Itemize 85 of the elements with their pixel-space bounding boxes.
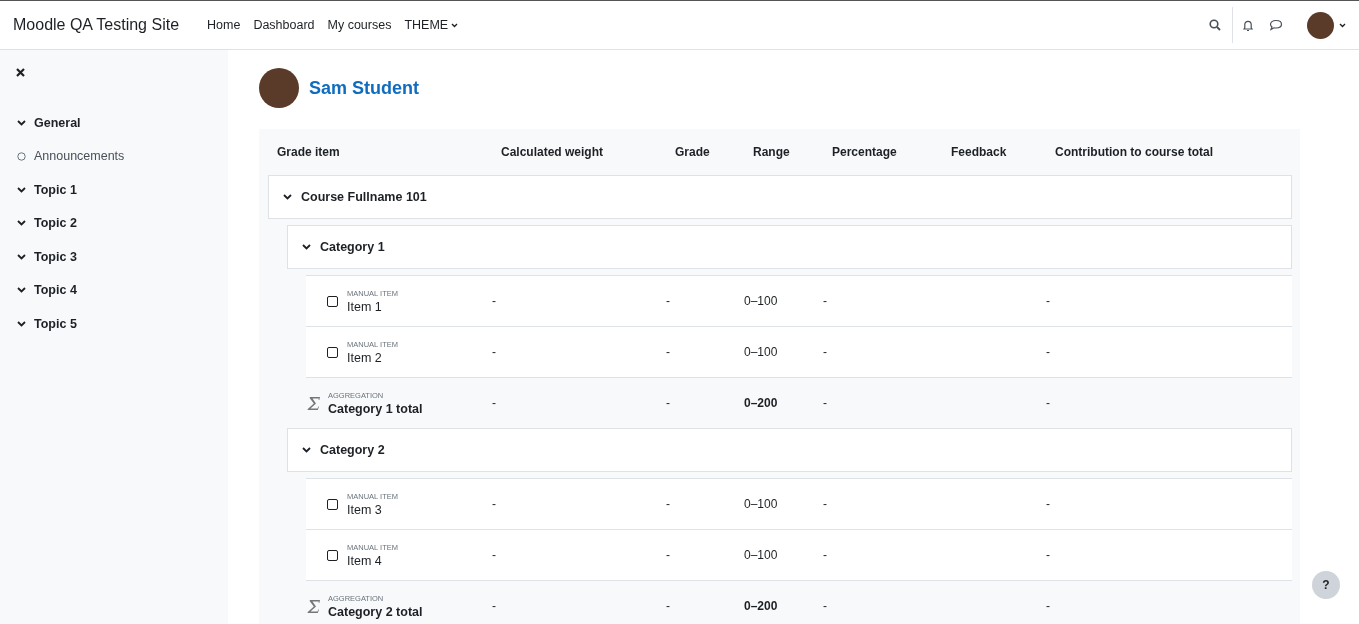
table-cell-text: 0–200 <box>744 396 779 410</box>
checkbox[interactable] <box>327 295 338 307</box>
item-name: Item 4 <box>347 553 383 568</box>
sigma-icon <box>307 598 321 614</box>
caret-icon[interactable] <box>1339 22 1346 28</box>
table-cell-text: - <box>823 345 828 359</box>
table-cell-text: - <box>492 497 497 511</box>
table-cell-text: - <box>666 599 671 613</box>
table-cell-text: - <box>823 396 828 410</box>
table-cell-text: - <box>492 599 497 613</box>
column-header: Percentage <box>832 145 898 159</box>
bell-icon[interactable] <box>1242 18 1254 32</box>
circle-icon <box>17 151 26 161</box>
table-cell-text: - <box>823 497 828 511</box>
table-cell-text: - <box>666 294 671 308</box>
item-name: Item 3 <box>347 502 383 517</box>
nav-link[interactable]: Dashboard <box>253 18 315 32</box>
sidebar-item[interactable]: Topic 5 <box>15 307 228 341</box>
category-row[interactable]: Category 2 <box>287 428 1292 472</box>
item-name: Category 2 total <box>328 604 423 619</box>
nav-link[interactable]: Home <box>207 18 241 32</box>
chat-bubble-icon[interactable] <box>1269 19 1283 31</box>
column-header: Contribution to course total <box>1055 145 1214 159</box>
table-cell-text: - <box>492 345 497 359</box>
checkbox[interactable] <box>327 549 338 561</box>
table-cell-text: - <box>1046 599 1051 613</box>
column-header: Feedback <box>951 145 1008 159</box>
table-cell-text: - <box>1046 294 1051 308</box>
sidebar-item-label: Topic 4 <box>34 283 77 298</box>
table-cell-text: - <box>823 294 828 308</box>
category-name: Category 1 <box>320 240 385 254</box>
sidebar-item[interactable]: Topic 1 <box>15 173 228 207</box>
table-cell-text: - <box>492 294 497 308</box>
site-name[interactable]: Moodle QA Testing Site <box>13 16 180 34</box>
table-cell-text: - <box>666 548 671 562</box>
category-row[interactable]: Category 1 <box>287 225 1292 269</box>
table-cell-text: 0–200 <box>744 599 779 613</box>
sidebar-item-label: Announcements <box>34 149 125 164</box>
category-name: Category 2 <box>320 443 385 457</box>
column-header: Range <box>753 145 791 159</box>
table-cell-text: - <box>1046 345 1051 359</box>
sidebar-item[interactable]: Topic 2 <box>15 206 228 240</box>
table-cell-text: - <box>666 396 671 410</box>
table-cell-text: - <box>823 599 828 613</box>
table-cell-text: - <box>1046 548 1051 562</box>
column-header: Grade <box>675 145 711 159</box>
checkbox[interactable] <box>327 498 338 510</box>
sidebar-item-label: Topic 5 <box>34 316 77 331</box>
nav-link[interactable]: THEME <box>404 18 459 32</box>
course-name: Course Fullname 101 <box>301 190 427 204</box>
help-button[interactable]: ? <box>1312 571 1340 599</box>
caret-icon <box>451 22 459 28</box>
sidebar-item[interactable]: Announcements <box>15 139 228 173</box>
item-name: Item 2 <box>347 350 383 365</box>
sidebar-item-label: Topic 1 <box>34 182 77 197</box>
table-cell-text: - <box>492 396 497 410</box>
table-cell-text: - <box>666 497 671 511</box>
sidebar-item-label: Topic 2 <box>34 216 77 231</box>
course-row[interactable]: Course Fullname 101 <box>268 175 1292 219</box>
column-header: Grade item <box>277 145 341 159</box>
sidebar-item[interactable]: Topic 4 <box>15 273 228 307</box>
sigma-icon <box>307 395 321 411</box>
user-avatar <box>259 68 299 108</box>
sidebar-item-label: Topic 3 <box>34 249 77 264</box>
item-name: Category 1 total <box>328 401 423 416</box>
close-icon[interactable] <box>16 68 25 77</box>
table-cell-text: 0–100 <box>744 497 779 511</box>
user-avatar[interactable] <box>1307 11 1334 39</box>
item-name: Item 1 <box>347 299 383 314</box>
table-cell-text: - <box>1046 396 1051 410</box>
search-icon[interactable] <box>1209 19 1221 31</box>
table-cell-text: 0–100 <box>744 345 779 359</box>
table-cell-text: 0–100 <box>744 294 779 308</box>
column-header: Calculated weight <box>501 145 605 159</box>
table-cell-text: - <box>823 548 828 562</box>
table-cell-text: - <box>666 345 671 359</box>
nav-link[interactable]: My courses <box>327 18 392 32</box>
table-cell-text: - <box>492 548 497 562</box>
sidebar-item-label: General <box>34 115 81 130</box>
table-cell-text: 0–100 <box>744 548 779 562</box>
checkbox[interactable] <box>327 346 338 358</box>
user-name[interactable]: Sam Student <box>309 77 419 99</box>
sidebar-item[interactable]: General <box>15 106 228 140</box>
sidebar-item[interactable]: Topic 3 <box>15 240 228 274</box>
table-cell-text: - <box>1046 497 1051 511</box>
